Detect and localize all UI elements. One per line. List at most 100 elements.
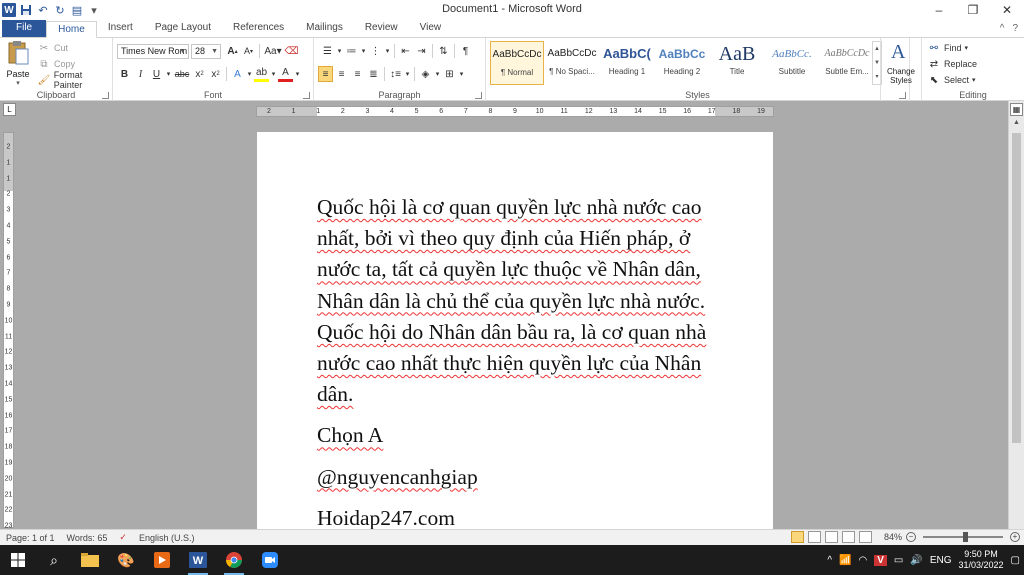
draft-view-button[interactable] (858, 531, 872, 543)
subscript-icon[interactable]: x2 (192, 66, 207, 82)
tab-view[interactable]: View (409, 20, 453, 37)
document-body[interactable]: Quốc hội là cơ quan quyền lực nhà nước c… (317, 192, 717, 529)
align-center-icon[interactable]: ≡ (334, 66, 349, 82)
vertical-scrollbar[interactable]: ▲ (1008, 101, 1024, 529)
zoom-in-icon[interactable]: + (1010, 532, 1020, 542)
wifi-icon[interactable]: ◠ (859, 555, 868, 566)
proofing-icon[interactable]: ✓ (113, 532, 133, 543)
paste-dropdown-icon[interactable]: ▾ (4, 79, 32, 87)
chrome-icon[interactable] (216, 545, 252, 575)
numbering-icon[interactable]: ≔ (344, 43, 359, 59)
paste-button[interactable]: Paste ▾ (4, 40, 32, 87)
change-styles-button[interactable]: A Change Styles (880, 38, 922, 101)
word-taskbar-icon[interactable]: W (180, 545, 216, 575)
decrease-indent-icon[interactable]: ⇤ (398, 43, 413, 59)
italic-icon[interactable]: I (133, 66, 148, 82)
bold-icon[interactable]: B (117, 66, 132, 82)
tab-mailings[interactable]: Mailings (295, 20, 354, 37)
print-layout-view-button[interactable] (790, 531, 804, 543)
show-formatting-icon[interactable]: ¶ (458, 43, 473, 59)
full-screen-view-button[interactable] (807, 531, 821, 543)
volume-icon[interactable]: 🔊 (910, 555, 922, 566)
grow-font-icon[interactable]: A ▴ (225, 43, 240, 59)
redo-icon[interactable]: ↻ (53, 3, 67, 17)
replace-button[interactable]: ⇄ Replace (927, 56, 977, 72)
multilevel-list-dropdown-icon[interactable]: ▾ (384, 43, 391, 59)
vertical-ruler[interactable]: 2 1 1 2 3 4 5 6 7 8 9 10 11 12 13 14 15 16 17 18 19 20 21 22 23 (3, 132, 14, 530)
view-ruler-icon[interactable]: ▦ (1010, 103, 1023, 116)
zoom-out-icon[interactable]: − (906, 532, 916, 542)
customize-toolbar-icon[interactable]: ▾ (87, 3, 101, 17)
numbering-dropdown-icon[interactable]: ▾ (360, 43, 367, 59)
web-layout-view-button[interactable] (824, 531, 838, 543)
tab-home[interactable]: Home (46, 21, 97, 38)
strikethrough-icon[interactable]: abc (173, 66, 191, 82)
language-indicator[interactable]: English (U.S.) (133, 533, 201, 543)
search-icon[interactable]: ⌕ (36, 545, 72, 575)
zoom-slider[interactable] (923, 532, 1003, 542)
style-normal[interactable]: AaBbCcDc ¶ Normal (490, 41, 544, 85)
font-name-combo[interactable]: Times New Rom ▼ (117, 44, 189, 59)
shading-dropdown-icon[interactable]: ▾ (434, 66, 441, 82)
underline-dropdown-icon[interactable]: ▾ (165, 66, 172, 82)
horizontal-ruler[interactable]: 2 1 1 2 3 4 5 6 7 8 9 10 11 12 13 14 15 16 17 18 19 (256, 106, 774, 117)
font-color-icon[interactable]: A (278, 66, 293, 82)
style-title[interactable]: AaB Title (710, 41, 764, 85)
align-right-icon[interactable]: ≡ (350, 66, 365, 82)
scroll-up-icon[interactable]: ▲ (1009, 119, 1024, 131)
select-button[interactable]: ⬉ Select ▾ (927, 72, 977, 88)
media-player-icon[interactable] (144, 545, 180, 575)
font-size-combo[interactable]: 28 ▼ (191, 44, 221, 59)
font-launcher-icon[interactable] (303, 92, 310, 99)
tab-references[interactable]: References (222, 20, 295, 37)
close-button[interactable]: ✕ (990, 0, 1024, 20)
highlight-icon[interactable]: ab (254, 66, 269, 82)
paragraph-launcher-icon[interactable] (475, 92, 482, 99)
tab-review[interactable]: Review (354, 20, 409, 37)
clear-formatting-icon[interactable]: ⌫ (284, 43, 299, 59)
line-spacing-icon[interactable]: ↕≡ (388, 66, 403, 82)
notifications-icon[interactable]: ▢ (1011, 555, 1020, 566)
style-subtle-emphasis[interactable]: AaBbCcDc Subtle Em... (820, 41, 874, 85)
style-subtitle[interactable]: AaBbCc. Subtitle (765, 41, 819, 85)
bullets-dropdown-icon[interactable]: ▾ (336, 43, 343, 59)
print-preview-icon[interactable]: ▤ (70, 3, 84, 17)
battery-icon[interactable]: ▭ (894, 555, 903, 566)
zoom-slider-knob[interactable] (963, 532, 968, 542)
windows-start-icon[interactable] (0, 545, 36, 575)
format-painter-button[interactable]: 🖌 Format Painter (37, 70, 112, 90)
word-count[interactable]: Words: 65 (61, 533, 114, 543)
clipboard-launcher-icon[interactable] (102, 92, 109, 99)
document-paragraph[interactable]: Quốc hội là cơ quan quyền lực nhà nước c… (317, 192, 717, 410)
shading-icon[interactable]: ◈ (418, 66, 433, 82)
shrink-font-icon[interactable]: A ▾ (241, 43, 256, 59)
style-heading-2[interactable]: AaBbCc Heading 2 (655, 41, 709, 85)
tab-file[interactable]: File (2, 20, 47, 37)
find-button[interactable]: ⚯ Find ▾ (927, 40, 977, 56)
input-language[interactable]: ENG (930, 555, 952, 566)
document-answer[interactable]: Chọn A (317, 420, 717, 451)
save-icon[interactable] (19, 3, 33, 17)
scrollbar-thumb[interactable] (1012, 133, 1021, 443)
restore-button[interactable]: ❐ (956, 0, 990, 20)
minimize-button[interactable]: – (922, 0, 956, 20)
outline-view-button[interactable] (841, 531, 855, 543)
borders-icon[interactable]: ⊞ (442, 66, 457, 82)
superscript-icon[interactable]: x2 (208, 66, 223, 82)
tab-selector-icon[interactable]: L (3, 103, 16, 116)
word-app-icon[interactable]: W (2, 3, 16, 17)
help-icon[interactable]: ? (1012, 23, 1018, 34)
sort-icon[interactable]: ⇅ (436, 43, 451, 59)
text-effects-dropdown-icon[interactable]: ▾ (246, 66, 253, 82)
minimize-ribbon-icon[interactable]: ^ (1000, 23, 1005, 34)
increase-indent-icon[interactable]: ⇥ (414, 43, 429, 59)
tab-insert[interactable]: Insert (97, 20, 144, 37)
cut-button[interactable]: ✂ Cut (37, 40, 112, 56)
document-author[interactable]: @nguyencanhgiap (317, 462, 717, 493)
network-icon[interactable]: 📶 (839, 555, 851, 566)
borders-dropdown-icon[interactable]: ▾ (458, 66, 465, 82)
zoom-app-icon[interactable] (252, 545, 288, 575)
multilevel-list-icon[interactable]: ⋮ (368, 43, 383, 59)
vietkey-icon[interactable]: V (874, 554, 887, 566)
zoom-level[interactable]: 84% (884, 532, 902, 542)
